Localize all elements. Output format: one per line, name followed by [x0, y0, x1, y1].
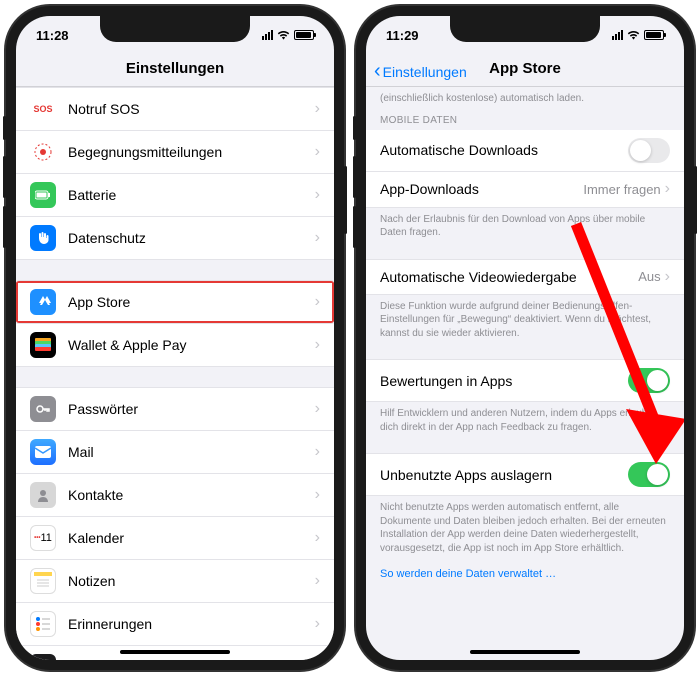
chevron-icon: › [315, 529, 320, 547]
sos-icon: SOS [30, 96, 56, 122]
row-notes[interactable]: Notizen› [16, 560, 334, 603]
row-wallet[interactable]: Wallet & Apple Pay› [16, 324, 334, 367]
chevron-icon: › [315, 100, 320, 118]
chevron-icon: › [315, 486, 320, 504]
voice-icon [30, 654, 56, 660]
home-indicator[interactable] [470, 650, 580, 654]
page-title: Einstellungen [126, 60, 224, 77]
appstore-icon [30, 289, 56, 315]
chevron-icon: › [315, 293, 320, 311]
top-note: (einschließlich kostenlose) automatisch … [366, 87, 684, 111]
battery-icon [294, 30, 314, 40]
signal-icon [262, 30, 273, 40]
hand-icon [30, 225, 56, 251]
battery-icon [30, 182, 56, 208]
page-title: App Store [489, 60, 561, 77]
chevron-icon: › [315, 186, 320, 204]
home-indicator[interactable] [120, 650, 230, 654]
nav-bar: Einstellungen [16, 54, 334, 87]
mail-icon [30, 439, 56, 465]
key-icon [30, 396, 56, 422]
row-appstore[interactable]: App Store› [16, 280, 334, 324]
calendar-icon: •••11 [30, 525, 56, 551]
chevron-icon: › [315, 400, 320, 418]
chevron-icon: › [315, 572, 320, 590]
contacts-icon [30, 482, 56, 508]
row-auto-downloads[interactable]: Automatische Downloads [366, 130, 684, 172]
row-passwords[interactable]: Passwörter› [16, 387, 334, 431]
row-reminders[interactable]: Erinnerungen› [16, 603, 334, 646]
row-calendar[interactable]: •••11Kalender› [16, 517, 334, 560]
row-battery[interactable]: Batterie› [16, 174, 334, 217]
chevron-icon: › [315, 143, 320, 161]
annotation-arrow [546, 214, 684, 474]
row-privacy[interactable]: Datenschutz› [16, 217, 334, 260]
phone-right: 11:29 ‹Einstellungen App Store (einschli… [356, 6, 694, 670]
data-management-link[interactable]: So werden deine Daten verwaltet … [366, 560, 684, 588]
row-exposure[interactable]: Begegnungsmitteilungen› [16, 131, 334, 174]
signal-icon [612, 30, 623, 40]
battery-icon [644, 30, 664, 40]
settings-list[interactable]: SOSNotruf SOS› Begegnungsmitteilungen› B… [16, 87, 334, 660]
back-button[interactable]: ‹Einstellungen [374, 60, 467, 83]
chevron-icon: › [315, 336, 320, 354]
row-mail[interactable]: Mail› [16, 431, 334, 474]
reminders-icon [30, 611, 56, 637]
exposure-icon [30, 139, 56, 165]
chevron-icon: › [315, 229, 320, 247]
time: 11:29 [386, 28, 419, 43]
chevron-icon: › [665, 180, 670, 198]
row-app-downloads[interactable]: App-DownloadsImmer fragen› [366, 172, 684, 208]
chevron-icon: › [315, 443, 320, 461]
phone-left: 11:28 Einstellungen SOSNotruf SOS› Begeg… [6, 6, 344, 670]
toggle-auto-downloads[interactable] [628, 138, 670, 163]
row-notruf[interactable]: SOSNotruf SOS› [16, 87, 334, 131]
wallet-icon [30, 332, 56, 358]
wifi-icon [277, 29, 290, 42]
time: 11:28 [36, 28, 69, 43]
chevron-icon: › [315, 658, 320, 660]
chevron-icon: › [315, 615, 320, 633]
section-header: MOBILE DATEN [366, 111, 684, 130]
row-contacts[interactable]: Kontakte› [16, 474, 334, 517]
wifi-icon [627, 29, 640, 42]
section-footer: Nicht benutzte Apps werden automatisch e… [366, 496, 684, 560]
notes-icon [30, 568, 56, 594]
nav-bar: ‹Einstellungen App Store [366, 54, 684, 87]
